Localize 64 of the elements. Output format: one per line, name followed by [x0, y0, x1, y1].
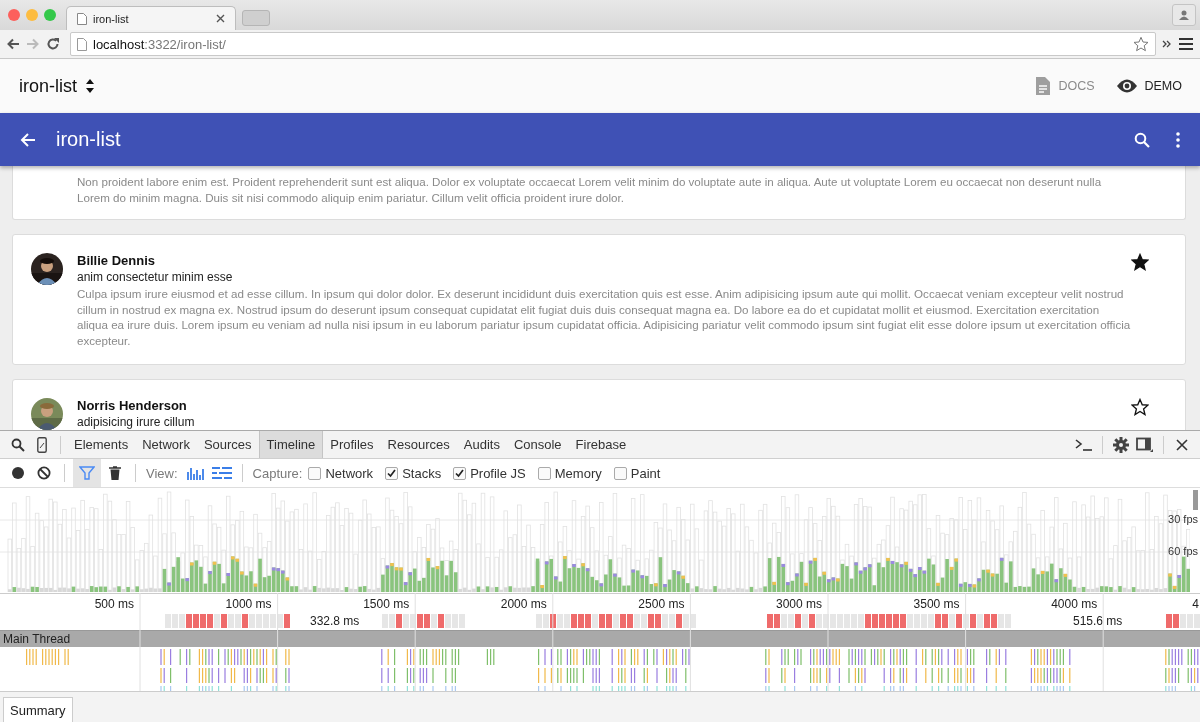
time-tick: 3000 ms: [775, 597, 823, 611]
checkbox[interactable]: [385, 466, 399, 480]
devtools-tab[interactable]: Console: [506, 431, 569, 458]
overflow-chevrons-icon[interactable]: [1162, 39, 1172, 49]
devtools-tab[interactable]: Profiles: [323, 431, 381, 458]
checkbox[interactable]: [308, 466, 322, 480]
reload-icon[interactable]: [46, 37, 60, 51]
search-icon[interactable]: [1134, 131, 1150, 148]
devtools-tab[interactable]: Audits: [456, 431, 507, 458]
checkbox[interactable]: [537, 466, 551, 480]
browser-tab[interactable]: iron-list: [66, 6, 236, 30]
card-text: Non proident labore enim est. Proident reprehenderit sunt est aliqua. Dolor ex voluptate occaecat Lorem velit minim do voluptate aute in aliqua. Aute ut voluptate Lorem eu occaecat non deserunt nulla Lorem do minim magna. Duis sit nisi commodo aliquip enim pariatur. Cillum velit officia proident irure dolor.: [77, 174, 1103, 205]
checkbox-label: Memory: [554, 465, 602, 481]
time-tick: 4: [1192, 597, 1200, 611]
checkbox[interactable]: [613, 466, 627, 480]
star-icon[interactable]: [1131, 253, 1149, 271]
time-tick: 1000 ms: [225, 597, 273, 611]
sort-icon[interactable]: [85, 78, 95, 94]
devtools-tab[interactable]: Timeline: [258, 431, 324, 458]
back-icon[interactable]: [6, 37, 20, 51]
bookmark-star-icon[interactable]: [1133, 36, 1149, 52]
fps-label: 30 fps: [1168, 513, 1198, 525]
time-tick: 2000 ms: [500, 597, 548, 611]
more-icon[interactable]: [1176, 131, 1180, 148]
document-icon: [1036, 77, 1051, 95]
star-icon[interactable]: [1131, 398, 1149, 416]
toolbar-title: iron-list: [56, 128, 121, 151]
eye-icon: [1116, 79, 1137, 93]
app-title: iron-list: [19, 75, 77, 97]
card-text: Culpa ipsum irure eiusmod et ad esse cillum. In ipsum qui dolor dolor. Ex deserunt incididunt duis exercitation quis est esse. Anim adipisicing ipsum aute qui mollit. Occaecat veniam excepteur velit nostrud cillum in nostrud ex magna ex. Nostrud ipsum do deserunt ipsum consequat cupidatat elit fugiat duis duis consequat magna ea. Do labore ea do et cupidatat mollit et eiusmod. Exercitation exercitation aliqua ea irure duis. Lorem ipsum eu veniam ad nulla nisi ipsum in eu laborum pariatur ipsum cupidatat officia. Adipisicing pariatur velit commodo ipsum sint fugiat elit esse dolore ipsum ut exercitation officia excepteur.: [77, 286, 1131, 348]
time-tick: 3500 ms: [913, 597, 961, 611]
close-icon[interactable]: [216, 14, 225, 23]
page-icon: [77, 12, 87, 25]
devtools-tab[interactable]: Elements: [67, 431, 136, 458]
checkbox-label: Stacks: [402, 465, 442, 481]
scrollbar-thumb[interactable]: [1193, 490, 1198, 510]
devtools-tab[interactable]: Resources: [380, 431, 457, 458]
person-name: Billie Dennis: [77, 253, 157, 268]
nav-link[interactable]: DEMO: [1116, 79, 1182, 93]
checkbox[interactable]: [453, 466, 467, 480]
devtools-tab[interactable]: Firebase: [568, 431, 634, 458]
time-tick: 4000 ms: [1051, 597, 1099, 611]
devtools-tab[interactable]: Network: [135, 431, 197, 458]
page-icon: [77, 37, 87, 51]
person-subtitle: adipisicing irure cillum: [77, 415, 196, 429]
time-tick: 500 ms: [94, 597, 135, 611]
time-tick: 2500 ms: [638, 597, 686, 611]
address-field[interactable]: localhost:3322/iron-list/: [70, 32, 1156, 56]
checkbox-label: Paint: [630, 465, 661, 481]
profile-button[interactable]: [1172, 4, 1196, 26]
fps-label: 60 fps: [1168, 545, 1198, 557]
devtools-tab[interactable]: Sources: [196, 431, 259, 458]
person-subtitle: anim consectetur minim esse: [77, 270, 234, 284]
view-label: View:: [146, 465, 178, 481]
time-tick: 1500 ms: [363, 597, 411, 611]
person-name: Norris Henderson: [77, 398, 188, 413]
summary-tab[interactable]: Summary: [3, 697, 73, 722]
capture-label: Capture:: [252, 465, 303, 481]
checkbox-label: Network: [325, 465, 374, 481]
track-header: Main Thread: [0, 630, 1200, 647]
person-icon: [1178, 9, 1190, 21]
menu-icon[interactable]: [1178, 37, 1194, 51]
back-arrow-icon[interactable]: [20, 131, 36, 148]
checkbox-label: Profile JS: [470, 465, 526, 481]
